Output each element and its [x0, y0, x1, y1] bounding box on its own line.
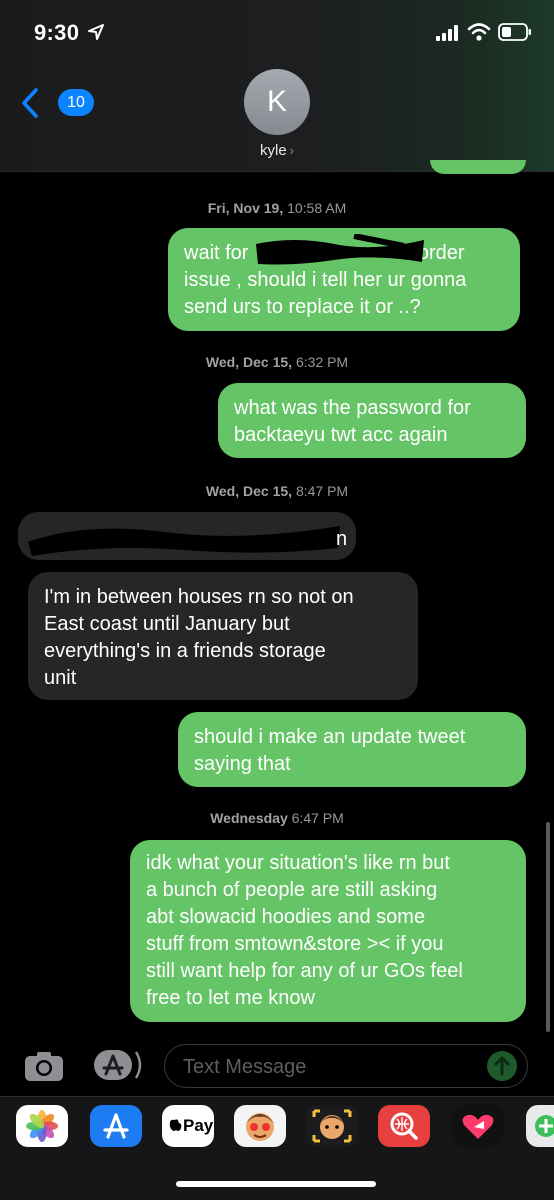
sent-message[interactable]: idk what your situation's like rn but a …	[130, 840, 526, 1022]
timestamp-time: 6:32 PM	[295, 354, 349, 370]
memoji-stickers-icon[interactable]	[306, 1105, 358, 1147]
message-line: backtaeyu twt acc again	[234, 424, 448, 446]
timestamp-day: Wednesday	[210, 810, 288, 826]
message-timestamp: Fri, Nov 19, 10:58 AM	[0, 200, 554, 216]
message-timestamp: Wednesday 6:47 PM	[0, 810, 554, 826]
status-bar: 9:30	[0, 0, 554, 62]
digital-touch-icon[interactable]	[452, 1105, 504, 1147]
apple-pay-label: Pay	[183, 1116, 214, 1135]
location-arrow-icon	[88, 24, 104, 40]
sent-message[interactable]: should i make an update tweet saying tha…	[178, 712, 526, 787]
timestamp-day: Wed, Dec 15,	[205, 483, 293, 499]
sent-message[interactable]: what was the password for backtaeyu twt …	[218, 383, 526, 458]
message-line: stuff from smtown&store >< if you	[146, 933, 444, 955]
contact-name-button[interactable]: kyle ›	[0, 142, 554, 159]
redaction-scribble	[256, 234, 424, 265]
app-store-icon[interactable]	[90, 1105, 142, 1147]
message-line: unit	[44, 667, 77, 689]
memoji-icon[interactable]	[234, 1105, 286, 1147]
scroll-indicator[interactable]	[546, 822, 550, 1032]
message-timestamp: Wed, Dec 15, 6:32 PM	[0, 354, 554, 370]
message-line: everything's in a friends storage	[44, 640, 326, 662]
message-line: still want help for any of ur GOs feel	[146, 960, 463, 982]
search-images-icon[interactable]	[378, 1105, 430, 1147]
received-message[interactable]: I'm in between houses rn so not on East …	[28, 572, 418, 700]
chevron-right-icon: ›	[289, 143, 295, 158]
chevron-left-icon	[22, 88, 38, 118]
timestamp-day: Fri, Nov 19,	[207, 200, 284, 216]
camera-icon[interactable]	[24, 1050, 64, 1082]
photos-icon[interactable]	[16, 1105, 68, 1147]
app-store-icon[interactable]	[92, 1048, 142, 1082]
message-line: should i make an update tweet	[194, 726, 466, 748]
timestamp-day: Wed, Dec 15,	[205, 354, 293, 370]
cellular-signal-icon	[436, 25, 458, 41]
message-line: send urs to replace it or ..?	[184, 296, 421, 318]
battery-icon	[498, 23, 531, 41]
timestamp-time: 6:47 PM	[291, 810, 344, 826]
arrow-up-icon	[494, 1056, 510, 1076]
message-line: idk what your situation's like rn but	[146, 852, 450, 874]
message-input-container	[164, 1044, 528, 1088]
message-line: a bunch of people are still asking	[146, 879, 438, 901]
message-timestamp: Wed, Dec 15, 8:47 PM	[0, 483, 554, 499]
send-button[interactable]	[487, 1051, 517, 1081]
sent-message[interactable]: wait for's order issue , should i tell h…	[168, 228, 520, 331]
unread-count-badge: 10	[58, 89, 94, 116]
message-line: abt slowacid hoodies and some	[146, 906, 426, 928]
message-line: East coast until January but	[44, 613, 290, 635]
message-line: free to let me know	[146, 987, 315, 1009]
apple-pay-icon[interactable]: Pay	[162, 1105, 214, 1147]
message-line: issue , should i tell her ur gonna	[184, 269, 467, 291]
home-indicator[interactable]	[176, 1181, 376, 1187]
status-time: 9:30	[34, 20, 80, 45]
more-apps-icon[interactable]	[526, 1105, 554, 1147]
message-line: saying that	[194, 753, 291, 775]
message-line: I'm in between houses rn so not on	[44, 586, 354, 608]
wifi-icon	[467, 23, 491, 41]
back-button[interactable]: 10	[20, 86, 94, 120]
redaction-scribble	[28, 526, 340, 556]
contact-avatar[interactable]: K	[244, 69, 310, 135]
timestamp-time: 8:47 PM	[295, 483, 349, 499]
timestamp-time: 10:58 AM	[287, 200, 347, 216]
previous-message-bubble[interactable]	[430, 160, 526, 174]
message-text-field[interactable]	[183, 1054, 463, 1080]
message-line: n	[336, 528, 348, 550]
received-message[interactable]: n	[18, 512, 356, 560]
message-line: what was the password for	[234, 397, 471, 419]
contact-name: kyle	[259, 142, 287, 159]
